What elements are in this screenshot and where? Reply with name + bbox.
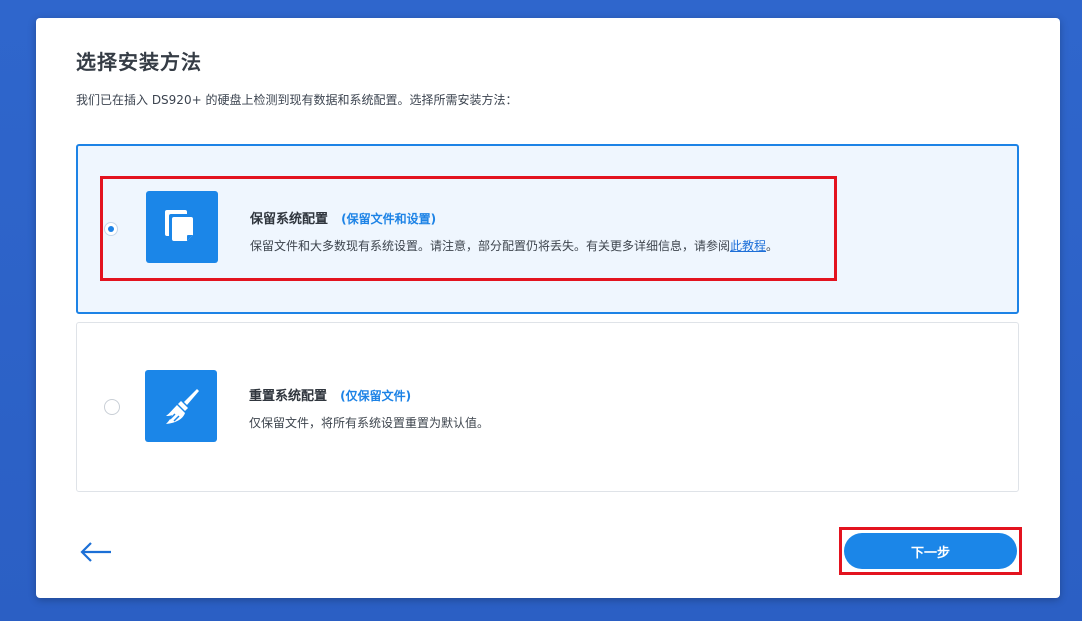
- tutorial-link[interactable]: 此教程: [730, 239, 766, 253]
- option-reset-config-tag: (仅保留文件): [340, 389, 412, 403]
- option-keep-config-tag: (保留文件和设置): [341, 212, 437, 226]
- next-button-annotation: 下一步: [839, 527, 1022, 575]
- option-keep-config-desc-end: 。: [766, 239, 779, 253]
- radio-keep-config[interactable]: [104, 222, 118, 236]
- option-keep-config-text: 保留系统配置 (保留文件和设置) 保留文件和大多数现有系统设置。请注意，部分配置…: [250, 208, 778, 254]
- page-background: 选择安装方法 我们已在插入 DS920+ 的硬盘上检测到现有数据和系统配置。选择…: [0, 0, 1082, 621]
- option-reset-config[interactable]: 重置系统配置 (仅保留文件) 仅保留文件，将所有系统设置重置为默认值。: [76, 322, 1019, 492]
- option-keep-config-title: 保留系统配置: [250, 212, 329, 227]
- install-method-dialog: 选择安装方法 我们已在插入 DS920+ 的硬盘上检测到现有数据和系统配置。选择…: [36, 18, 1060, 598]
- option-keep-config-desc: 保留文件和大多数现有系统设置。请注意，部分配置仍将丢失。有关更多详细信息，请参阅…: [250, 237, 778, 254]
- next-button[interactable]: 下一步: [844, 533, 1017, 569]
- copy-icon: [146, 191, 218, 263]
- option-reset-config-desc: 仅保留文件，将所有系统设置重置为默认值。: [249, 416, 490, 430]
- broom-icon: [145, 370, 217, 442]
- option-keep-config-desc-text: 保留文件和大多数现有系统设置。请注意，部分配置仍将丢失。有关更多详细信息，请参阅: [250, 239, 731, 253]
- arrow-left-icon[interactable]: [80, 541, 114, 563]
- option-reset-config-title: 重置系统配置: [249, 389, 328, 404]
- option-reset-config-text: 重置系统配置 (仅保留文件) 仅保留文件，将所有系统设置重置为默认值。: [249, 385, 489, 431]
- dialog-title: 选择安装方法: [76, 50, 202, 74]
- dialog-subtitle: 我们已在插入 DS920+ 的硬盘上检测到现有数据和系统配置。选择所需安装方法：: [76, 93, 518, 107]
- option-keep-config[interactable]: 保留系统配置 (保留文件和设置) 保留文件和大多数现有系统设置。请注意，部分配置…: [76, 144, 1019, 314]
- radio-reset-config[interactable]: [104, 399, 120, 415]
